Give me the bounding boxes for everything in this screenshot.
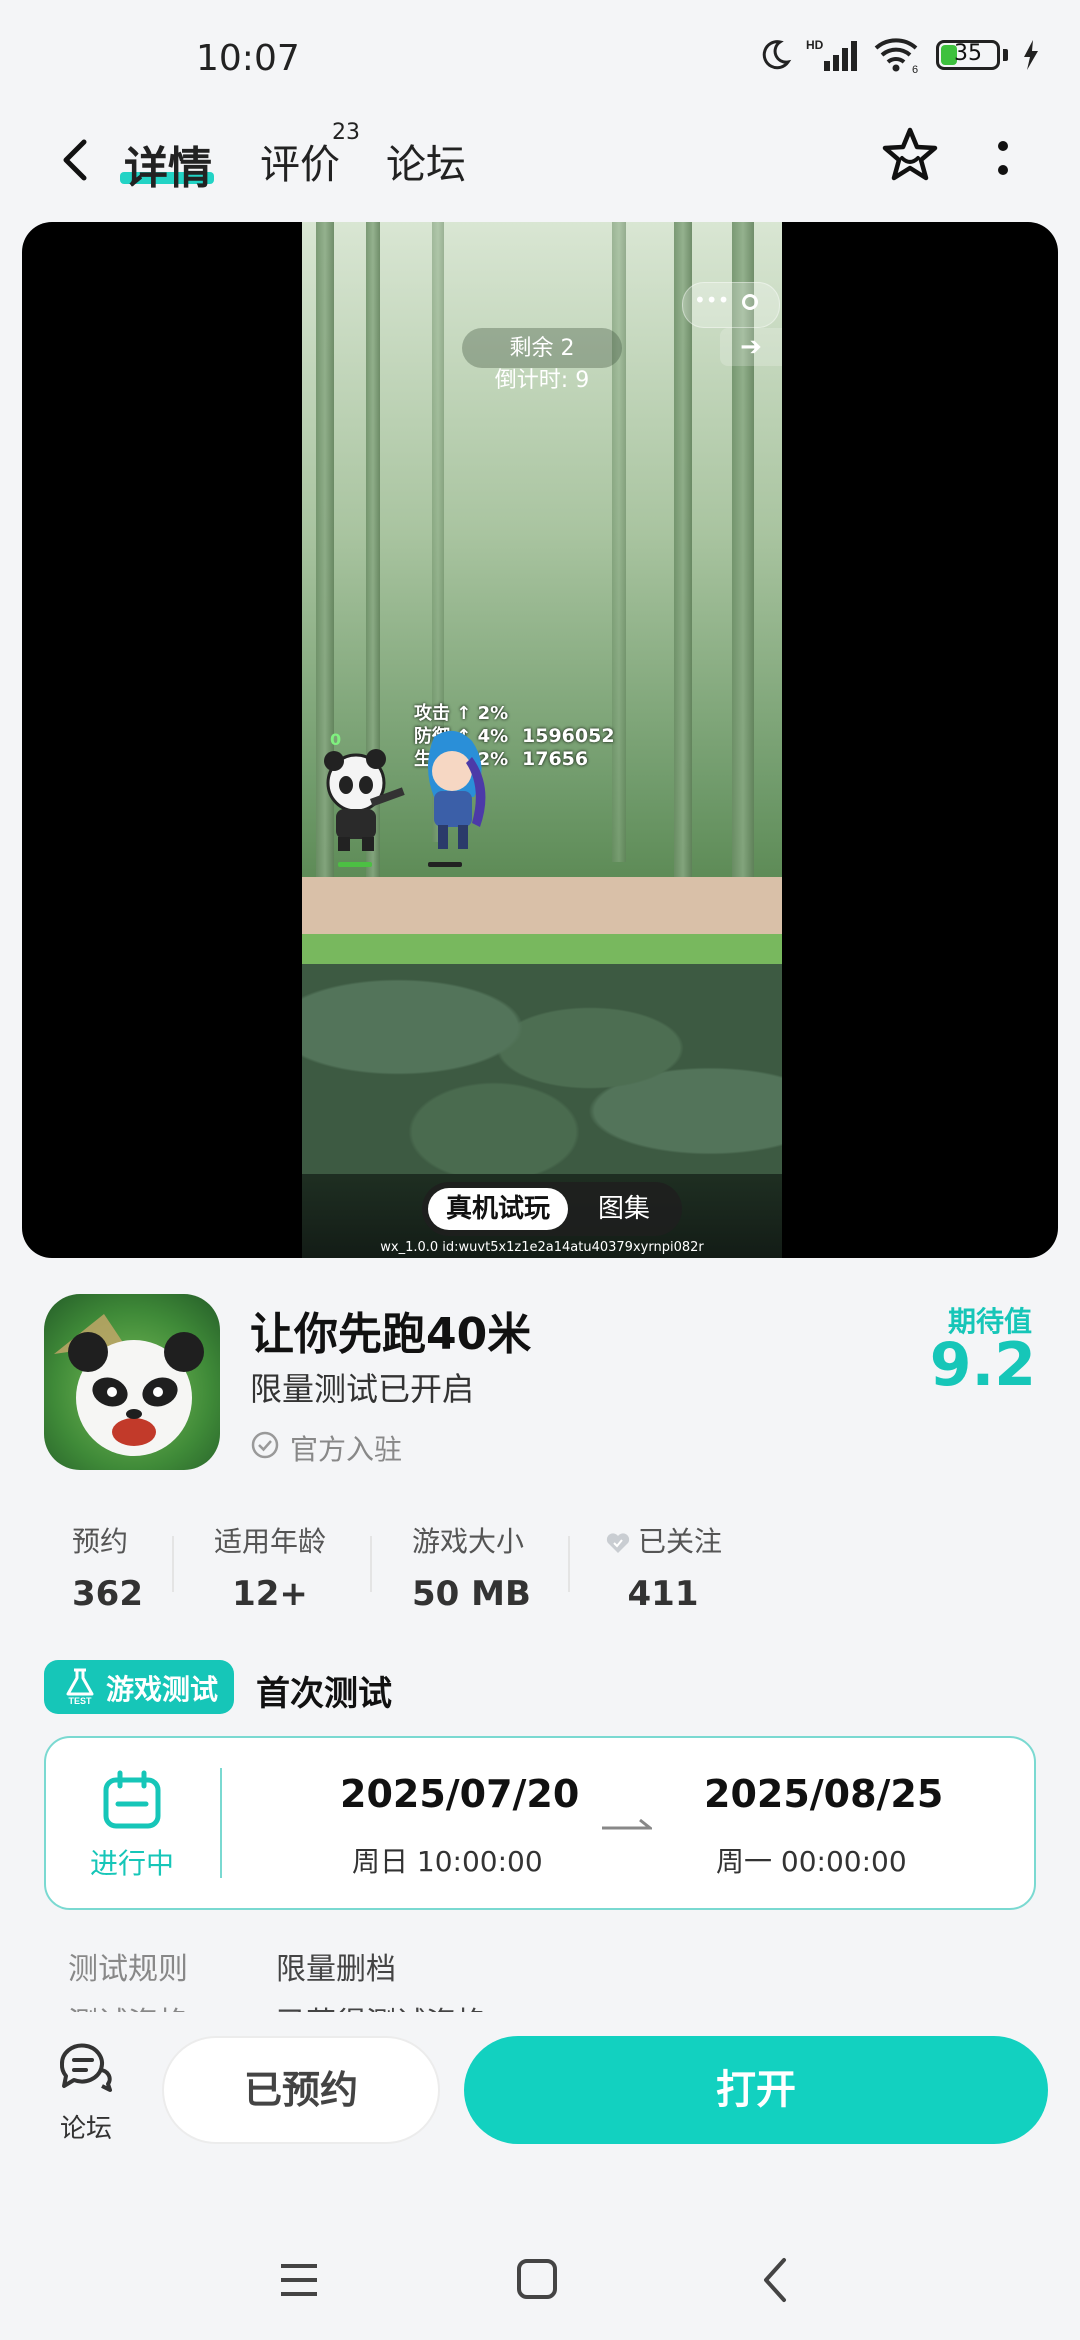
- recent-apps-icon[interactable]: [278, 2260, 320, 2300]
- hud-remaining: 剩余 2: [509, 336, 575, 361]
- meta-divider: [172, 1536, 174, 1592]
- favorite-star-icon[interactable]: [878, 124, 942, 188]
- real-device-trial-toggle[interactable]: 真机试玩: [428, 1188, 568, 1230]
- charging-bolt-icon: [1024, 40, 1038, 70]
- meta-followers[interactable]: 已关注 411: [604, 1520, 722, 1614]
- grass-strip: [302, 934, 782, 964]
- dirt-path: [302, 877, 782, 937]
- test-status: 进行中: [90, 1847, 175, 1880]
- panda-app-icon: [54, 1314, 204, 1456]
- forum-label[interactable]: 论坛: [56, 2108, 116, 2145]
- date-range-arrow-icon: [602, 1818, 652, 1830]
- expectation-score: 9.2: [929, 1330, 1036, 1400]
- test-rule-value: 限量删档: [276, 1952, 396, 1987]
- end-time: 周一 00:00:00: [716, 1845, 907, 1878]
- power-values: 1596052 17656: [522, 725, 615, 771]
- more-options-icon[interactable]: [988, 134, 1018, 184]
- hero-hp-bar: [428, 862, 462, 867]
- system-nav-bar: [0, 2220, 1080, 2340]
- status-time: 10:07: [196, 38, 300, 79]
- start-time: 周日 10:00:00: [352, 1845, 543, 1878]
- app-subtitle: 限量测试已开启: [250, 1370, 475, 1408]
- card-divider: [220, 1768, 222, 1878]
- status-bar: 10:07 HD 6 35: [0, 0, 1080, 110]
- meta-divider: [568, 1536, 570, 1592]
- end-date: 2025/08/25: [704, 1772, 944, 1816]
- panda-hp-bar: [338, 862, 372, 867]
- meta-divider: [370, 1536, 372, 1592]
- official-verified-label: 官方入驻: [290, 1433, 403, 1466]
- power-value-2: 17656: [522, 748, 589, 770]
- reviews-count-badge: 23: [332, 120, 360, 145]
- battery-icon: 35: [936, 40, 1000, 70]
- heart-icon: [606, 1533, 630, 1553]
- battery-cap: [1003, 49, 1008, 61]
- capsule-close-icon[interactable]: [742, 294, 758, 310]
- bamboo-stalk: [674, 222, 692, 912]
- battery-level: 35: [954, 41, 982, 66]
- tab-forum[interactable]: 论坛: [386, 132, 466, 190]
- network-type-text: HD: [806, 38, 824, 52]
- app-name: 让你先跑40米: [250, 1309, 532, 1360]
- app-icon: [44, 1294, 220, 1470]
- meta-label: 适用年龄: [214, 1525, 327, 1558]
- game-test-badge-label: 游戏测试: [106, 1673, 219, 1706]
- power-value-1: 1596052: [522, 725, 615, 747]
- meta-label: 已关注: [638, 1525, 723, 1558]
- hero-character: [428, 730, 486, 849]
- meta-game-size: 游戏大小 50 MB: [412, 1520, 531, 1614]
- start-date: 2025/07/20: [340, 1772, 580, 1816]
- status-icons: HD 6 35: [758, 36, 1040, 74]
- test-rule-label: 测试规则: [68, 1952, 188, 1987]
- back-arrow-icon[interactable]: [48, 130, 108, 190]
- build-id-text: wx_1.0.0 id:wuvt5x1z1e2a14atu40379xyrnpi…: [380, 1240, 704, 1255]
- test-beaker-icon: TEST: [66, 1668, 94, 1706]
- meta-age-rating: 适用年龄 12+: [214, 1520, 326, 1614]
- cellular-signal-icon: HD: [806, 38, 857, 71]
- media-player[interactable]: ••• ➔ 剩余 2 倒计时: 9 攻击 ↑ 2% 防御 ↑ 4% 生命 ↑ 2…: [22, 222, 1058, 1258]
- stat-attack: 攻击 ↑ 2%: [414, 703, 509, 724]
- wifi-icon: 6: [874, 38, 918, 74]
- stone-ground: [302, 964, 782, 1174]
- meta-value: 50 MB: [412, 1574, 531, 1614]
- meta-value: 362: [72, 1574, 143, 1614]
- reserved-button[interactable]: 已预约: [162, 2036, 440, 2144]
- moon-icon: [762, 40, 792, 70]
- forum-chat-icon[interactable]: [56, 2040, 114, 2094]
- top-nav: 详情 评价 23 论坛: [0, 110, 1080, 220]
- meta-reservations: 预约 362: [72, 1520, 143, 1614]
- verified-check-icon: [251, 1431, 279, 1459]
- meta-value: 12+: [232, 1574, 308, 1614]
- gallery-toggle[interactable]: 图集: [574, 1188, 674, 1230]
- meta-value: 411: [627, 1574, 699, 1614]
- meta-label: 预约: [72, 1525, 129, 1558]
- tab-details[interactable]: 详情: [124, 132, 212, 196]
- test-badge-icon-text: TEST: [68, 1696, 92, 1706]
- test-schedule-card[interactable]: [44, 1736, 1036, 1910]
- hud-countdown: 倒计时: 9: [494, 368, 590, 393]
- calendar-icon: [103, 1770, 161, 1829]
- home-icon[interactable]: [516, 2258, 558, 2300]
- open-button[interactable]: 打开: [464, 2036, 1048, 2144]
- share-arrow-icon[interactable]: ➔: [720, 328, 782, 366]
- test-title: 首次测试: [256, 1674, 392, 1714]
- panda-character: [324, 749, 405, 851]
- wifi-standard-text: 6: [912, 64, 918, 74]
- system-back-icon[interactable]: [760, 2256, 790, 2304]
- tab-reviews[interactable]: 评价: [260, 132, 340, 190]
- capsule-more-icon[interactable]: •••: [694, 288, 729, 312]
- game-preview-screen[interactable]: ••• ➔ 剩余 2 倒计时: 9 攻击 ↑ 2% 防御 ↑ 4% 生命 ↑ 2…: [302, 222, 782, 1258]
- meta-label: 游戏大小: [412, 1525, 525, 1558]
